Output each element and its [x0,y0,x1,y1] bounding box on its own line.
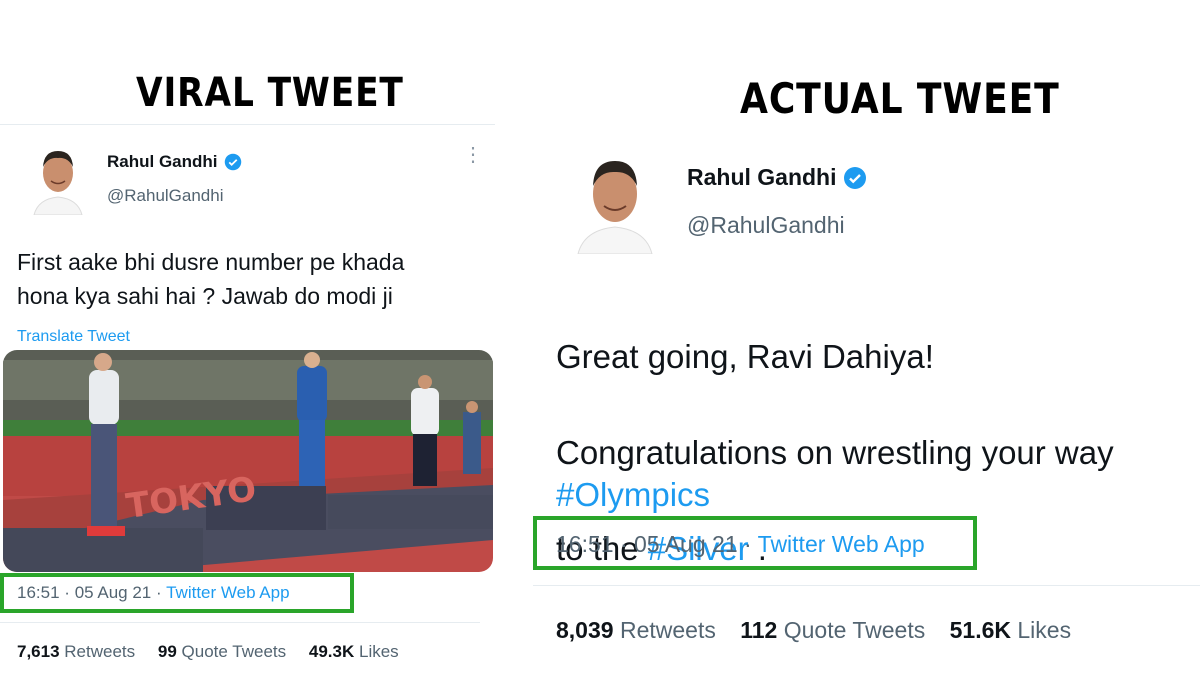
retweets-stat[interactable]: 7,613 Retweets [17,642,135,661]
tweet-date[interactable]: 05 Aug 21 [75,583,152,602]
author-name-text: Rahul Gandhi [687,164,837,190]
tweet-time: 16:51 [556,531,614,557]
likes-stat[interactable]: 49.3K Likes [309,642,399,661]
tweet-source-link[interactable]: Twitter Web App [758,531,925,557]
tweet-line: Great going, Ravi Dahiya! [556,338,934,375]
likes-label: Likes [1017,617,1072,643]
viral-tweet-heading: VIRAL TWEET [136,70,404,116]
avatar-image [33,151,83,215]
tweet-date[interactable]: 05 Aug 21 [634,531,738,557]
more-options-icon[interactable]: ⋮ [463,145,483,165]
author-handle[interactable]: @RahulGandhi [107,186,224,206]
quote-tweets-stat[interactable]: 112 Quote Tweets [740,617,925,643]
separator-dot: · [64,583,70,602]
author-handle[interactable]: @RahulGandhi [687,212,845,239]
tweet-meta: 16:51 · 05 Aug 21 · Twitter Web App [556,531,925,558]
quote-tweets-count: 99 [157,642,177,661]
likes-count: 49.3K [308,642,355,661]
author-name[interactable]: Rahul Gandhi [107,152,242,172]
retweets-stat[interactable]: 8,039 Retweets [556,617,716,643]
divider [533,585,1200,586]
tweet-stats: 8,039 Retweets 112 Quote Tweets 51.6K Li… [556,617,1089,644]
olympic-podium-photo: TOKYO [3,350,493,572]
likes-count: 51.6K [949,617,1011,643]
tweet-source-link[interactable]: Twitter Web App [166,583,289,602]
tweet-line: Congratulations on wrestling your way [556,434,1114,471]
hashtag-link[interactable]: #Olympics [556,475,710,515]
tweet-text: Great going, Ravi Dahiya! Congratulation… [556,285,1114,621]
quote-tweets-count: 112 [740,617,778,643]
translate-tweet-link[interactable]: Translate Tweet [17,328,130,346]
avatar[interactable] [576,150,654,254]
tweet-meta: 16:51 · 05 Aug 21 · Twitter Web App [17,583,290,603]
retweets-count: 7,613 [17,642,60,661]
divider [0,124,495,125]
tweet-text: First aake bhi dusre number pe khada hon… [17,249,405,309]
quote-tweets-label: Quote Tweets [783,617,926,643]
tweet-time: 16:51 [17,583,60,602]
verified-badge-icon [843,166,866,189]
retweets-count: 8,039 [556,617,614,643]
author-name[interactable]: Rahul Gandhi [687,164,867,191]
quote-tweets-label: Quote Tweets [181,642,287,661]
tweet-stats: 7,613 Retweets 99 Quote Tweets 49.3K Lik… [17,642,417,662]
retweets-label: Retweets [619,617,716,643]
divider [0,622,480,623]
tweet-photo[interactable]: TOKYO [3,350,493,572]
author-name-text: Rahul Gandhi [107,152,218,171]
verified-badge-icon [224,153,241,171]
avatar[interactable] [32,143,84,215]
separator-dot: · [619,531,628,557]
separator-dot: · [744,531,752,557]
separator-dot: · [156,583,162,602]
avatar-image [577,161,653,254]
actual-tweet-heading: ACTUAL TWEET [740,74,1060,123]
quote-tweets-stat[interactable]: 99 Quote Tweets [158,642,286,661]
likes-label: Likes [358,642,399,661]
retweets-label: Retweets [64,642,136,661]
likes-stat[interactable]: 51.6K Likes [950,617,1071,643]
